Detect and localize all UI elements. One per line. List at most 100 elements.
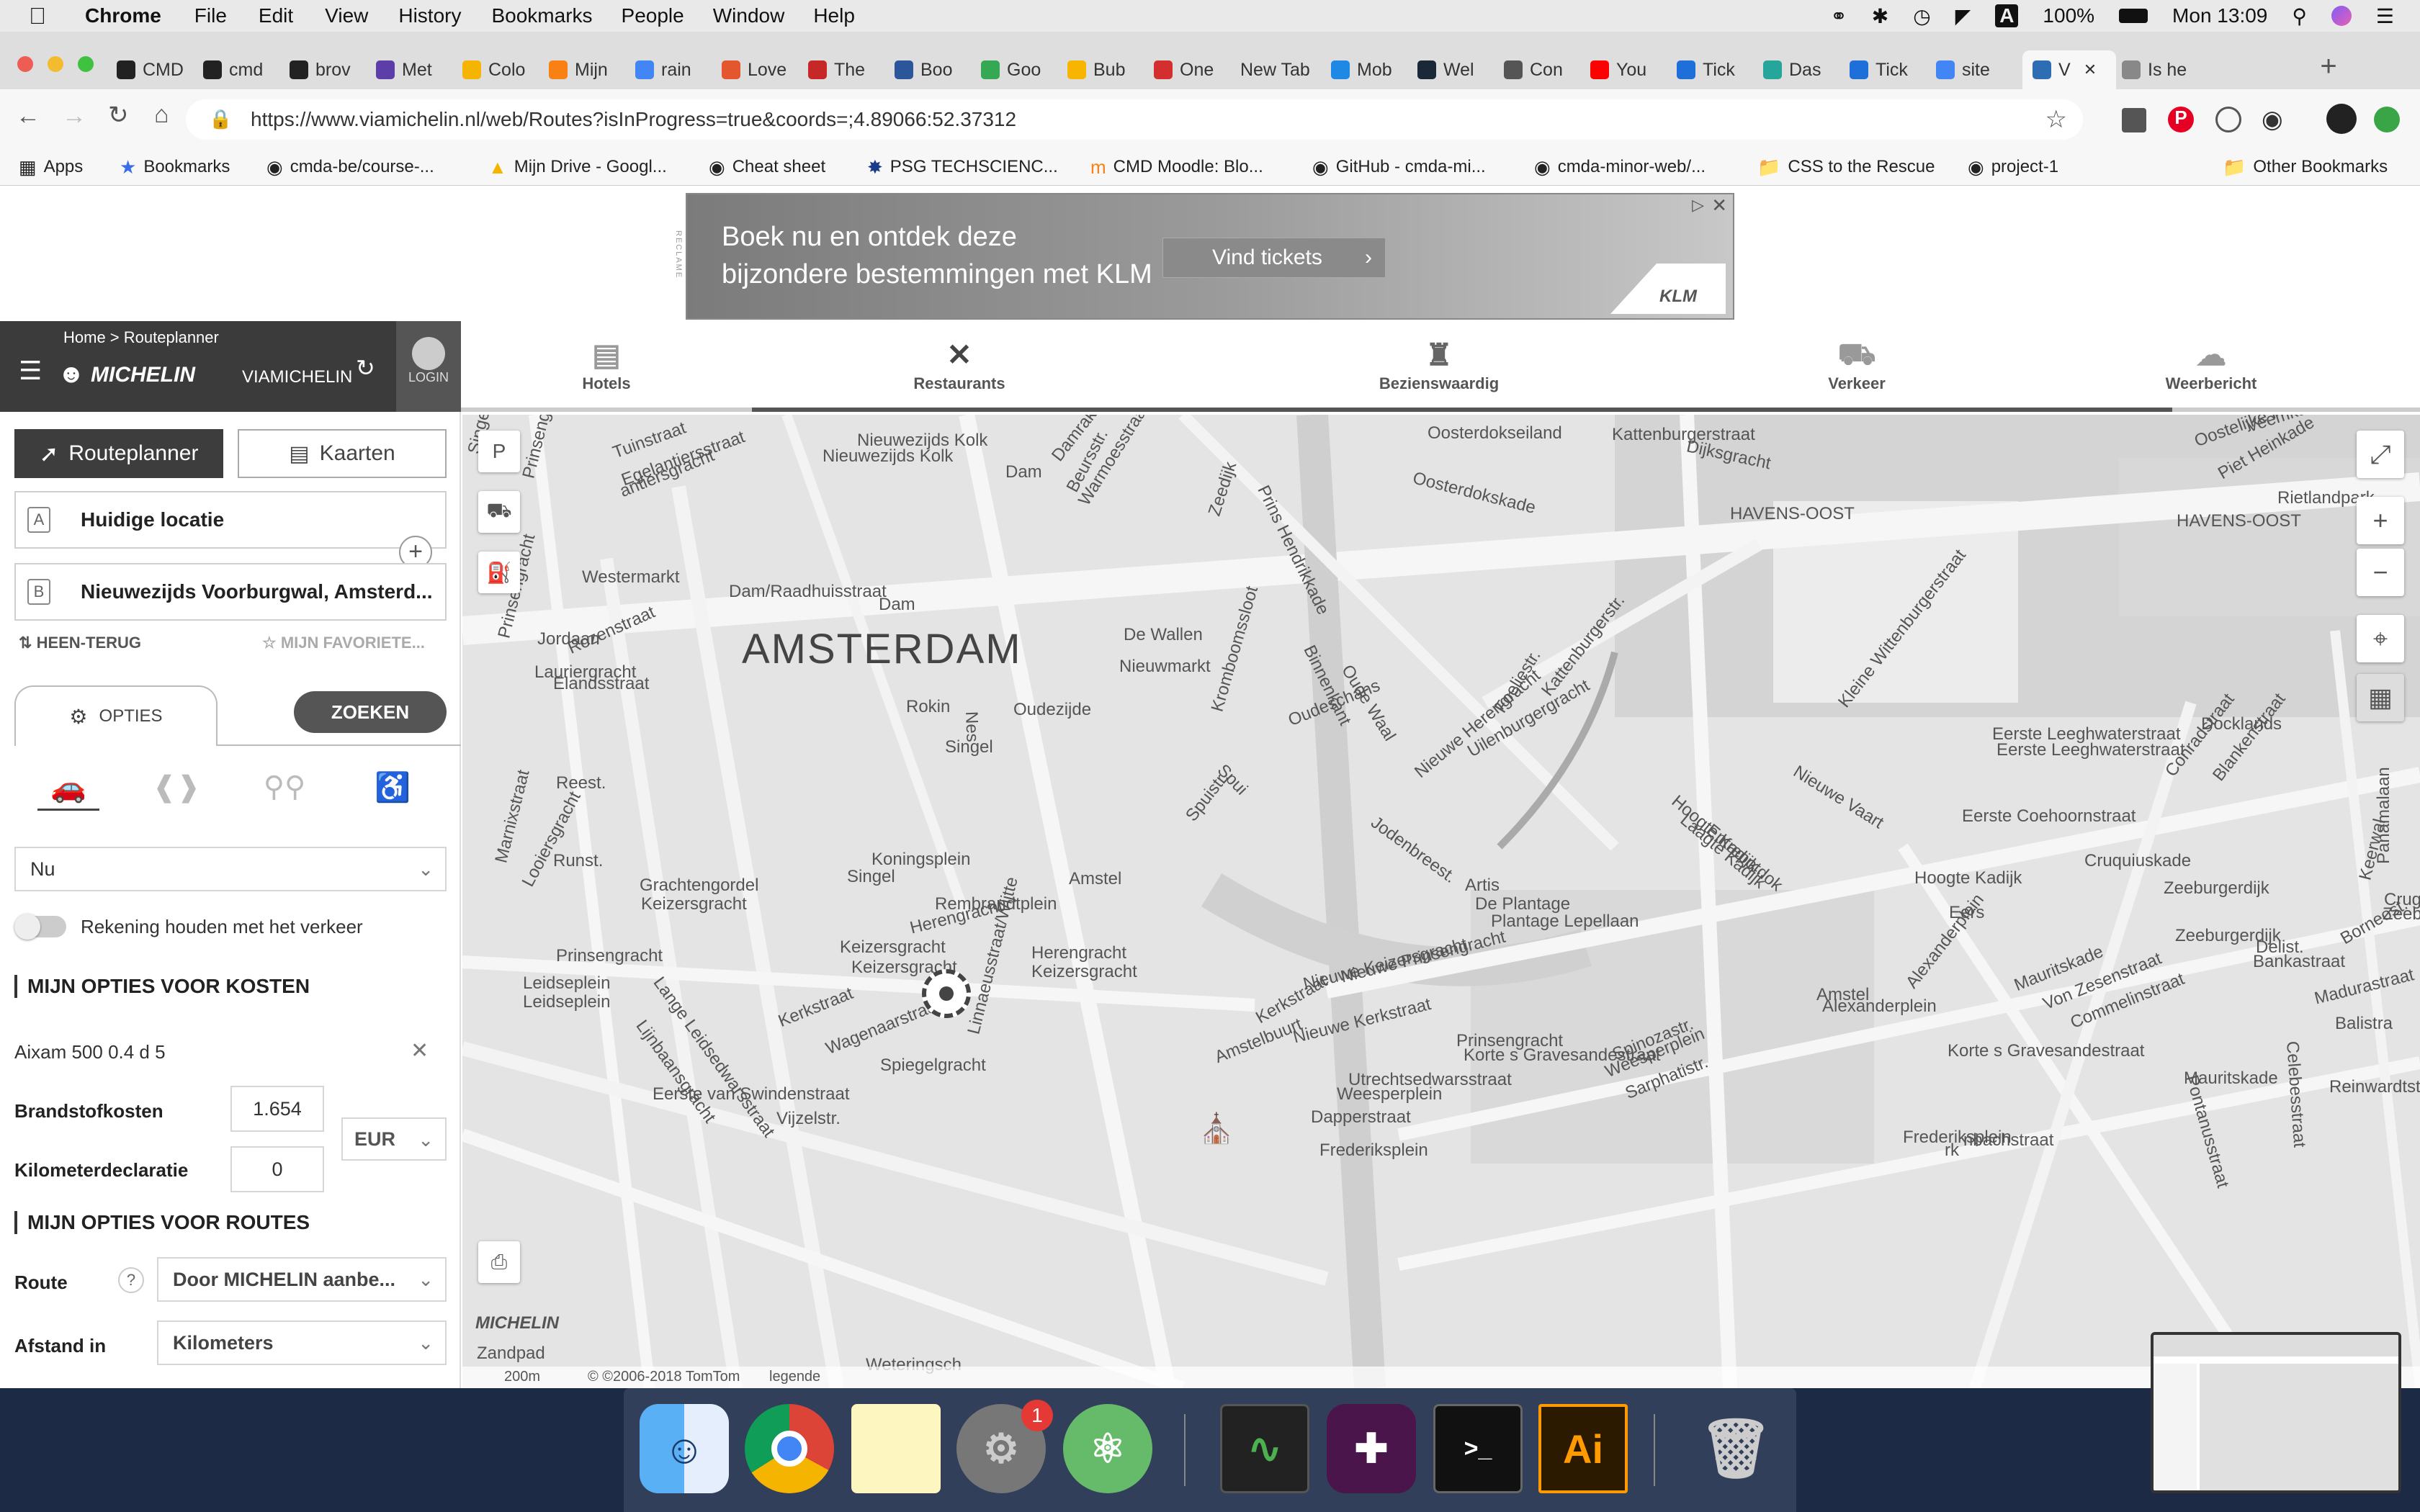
ad-cta-button[interactable]: Vind tickets › [1162, 238, 1386, 278]
km-declaration-input[interactable]: 0 [230, 1146, 324, 1192]
menu-view[interactable]: View [325, 4, 368, 27]
heen-terug-button[interactable]: ⇅ HEEN-TERUG [19, 634, 141, 652]
klm-ad-banner[interactable]: RECLAME Boek nu en ontdek deze bijzonder… [674, 193, 1734, 320]
browser-tab[interactable]: Tick [1677, 50, 1757, 89]
traffic-toggle[interactable] [14, 914, 66, 940]
fuel-cost-input[interactable]: 1.654 [230, 1086, 324, 1132]
notification-center-icon[interactable]: ☰ [2376, 4, 2394, 28]
bookmark-cheat-sheet[interactable]: ◉ Cheat sheet [709, 154, 825, 180]
browser-tab[interactable]: rain [635, 50, 716, 89]
menu-file[interactable]: File [194, 4, 227, 27]
illustrator-icon[interactable]: Ai [1538, 1404, 1628, 1493]
spotlight-icon[interactable]: ⚲ [2292, 4, 2307, 28]
clock[interactable]: Mon 13:09 [2172, 4, 2267, 27]
browser-tab[interactable]: cmd [203, 50, 284, 89]
bookmark-cmd-moodle[interactable]: m CMD Moodle: Blo... [1090, 154, 1263, 180]
tab-routeplanner[interactable]: ➚ Routeplanner [14, 429, 223, 478]
browser-tab[interactable]: CMD [117, 50, 197, 89]
trash-icon[interactable]: 🗑 [1691, 1404, 1780, 1493]
siri-icon[interactable] [2331, 6, 2352, 26]
viamichelin-logo[interactable]: VIAMICHELIN [242, 367, 352, 387]
extension-icon-3[interactable] [2215, 107, 2241, 132]
battery-percent[interactable]: 100% [2043, 4, 2094, 27]
michelin-logo[interactable]: MICHELIN [91, 363, 195, 387]
options-tab[interactable]: ⚙ OPTIES [14, 685, 218, 746]
address-bar[interactable]: 🔒 https://www.viamichelin.nl/web/Routes?… [186, 99, 2083, 140]
menu-window[interactable]: Window [713, 4, 785, 27]
apple-icon[interactable]:  [29, 3, 46, 30]
window-zoom-button[interactable] [78, 56, 94, 72]
home-icon[interactable]: ⌂ [154, 101, 169, 129]
mode-walk-button[interactable]: ♿ [362, 770, 424, 811]
browser-tab[interactable]: Goo [981, 50, 1062, 89]
zoeken-button[interactable]: ZOEKEN [294, 691, 447, 733]
print-button[interactable]: ⎙ [478, 1241, 520, 1283]
distance-unit-select[interactable]: Kilometers ⌄ [157, 1320, 447, 1365]
nav-weerbericht[interactable]: ☁ Weerbericht [2125, 321, 2298, 412]
refresh-icon[interactable]: ↻ [356, 354, 375, 382]
departure-select[interactable]: Nu ⌄ [14, 847, 447, 891]
slack-icon[interactable]: ✚ [1327, 1404, 1416, 1493]
bookmark-project-1[interactable]: ◉ project-1 [1968, 154, 2058, 180]
route-type-select[interactable]: Door MICHELIN aanbe... ⌄ [157, 1257, 447, 1302]
new-tab-button[interactable]: + [2312, 50, 2345, 86]
browser-tab[interactable]: Wel [1417, 50, 1498, 89]
browser-tab[interactable]: One [1154, 50, 1234, 89]
browser-tab[interactable]: Colo [462, 50, 543, 89]
forward-icon[interactable]: → [62, 102, 86, 130]
tab-kaarten[interactable]: ▤ Kaarten [238, 429, 447, 478]
back-icon[interactable]: ← [16, 102, 40, 130]
atom-icon[interactable]: ⚛ [1063, 1404, 1152, 1493]
menu-edit[interactable]: Edit [259, 4, 293, 27]
hamburger-menu-icon[interactable]: ☰ [19, 356, 42, 386]
nav-restaurants[interactable]: ✕ Restaurants [873, 321, 1046, 412]
browser-tab[interactable]: Love [722, 50, 802, 89]
input-source-icon[interactable]: A [1995, 4, 2019, 27]
browser-tab[interactable]: Met [376, 50, 457, 89]
mode-motorbike-button[interactable]: ❰❱ [145, 770, 207, 811]
window-minimize-button[interactable] [48, 56, 63, 72]
bookmark-github-cmda[interactable]: ◉ GitHub - cmda-mi... [1312, 154, 1486, 180]
browser-tab[interactable]: New Tab [1240, 50, 1325, 89]
browser-tab[interactable]: site [1936, 50, 2017, 89]
browser-tab[interactable]: Con [1504, 50, 1585, 89]
pinterest-icon[interactable]: P [2168, 107, 2194, 132]
fullscreen-button[interactable]: ⤢ [2357, 431, 2404, 478]
zoom-in-button[interactable]: + [2357, 497, 2404, 544]
ad-close-icon[interactable]: ✕ [1711, 194, 1727, 217]
point-b-field[interactable]: B Nieuwezijds Voorburgwal, Amsterd... [14, 563, 447, 621]
map-legend-link[interactable]: legende [769, 1369, 820, 1385]
menu-app-name[interactable]: Chrome [85, 4, 161, 27]
route-help-icon[interactable]: ? [118, 1267, 144, 1293]
locate-me-button[interactable]: ⌖ [2357, 615, 2404, 662]
time-machine-icon[interactable]: ◷ [1913, 4, 1930, 28]
zoom-out-button[interactable]: − [2357, 549, 2404, 596]
currency-select[interactable]: EUR ⌄ [341, 1117, 447, 1161]
creative-cloud-icon[interactable]: ⚭ [1830, 4, 1847, 28]
browser-tab[interactable]: Mob [1331, 50, 1412, 89]
menu-people[interactable]: People [622, 4, 684, 27]
point-a-input[interactable]: Huidige locatie [81, 508, 224, 531]
mode-car-button[interactable]: 🚗 [37, 770, 99, 811]
traffic-layer-button[interactable]: ⛟ [478, 491, 520, 533]
activity-icon[interactable]: ∿ [1220, 1404, 1309, 1493]
browser-tab[interactable]: Bub [1067, 50, 1148, 89]
bookmark-css-rescue[interactable]: 📁 CSS to the Rescue [1757, 154, 1935, 180]
window-close-button[interactable] [17, 56, 33, 72]
url-text[interactable]: https://www.viamichelin.nl/web/Routes?is… [251, 108, 1016, 131]
menu-history[interactable]: History [398, 4, 461, 27]
finder-icon[interactable]: ☺ [640, 1404, 729, 1493]
favorieten-button[interactable]: ☆ MIJN FAVORIETE... [262, 634, 425, 652]
notes-icon[interactable] [851, 1404, 941, 1493]
terminal-icon[interactable]: >_ [1433, 1404, 1523, 1493]
mode-bicycle-button[interactable]: ⚲⚲ [254, 770, 315, 811]
vehicle-remove-icon[interactable]: ✕ [411, 1038, 429, 1063]
menu-help[interactable]: Help [813, 4, 855, 27]
update-icon[interactable] [2374, 107, 2400, 132]
close-tab-icon[interactable]: ✕ [2084, 60, 2097, 79]
point-b-input[interactable]: Nieuwezijds Voorburgwal, Amsterd... [81, 580, 433, 603]
bookmark-cmda-course[interactable]: ◉ cmda-be/course-... [266, 154, 434, 180]
menu-bookmarks[interactable]: Bookmarks [491, 4, 592, 27]
bookmark-bookmarks[interactable]: ★ Bookmarks [120, 154, 230, 180]
eye-icon[interactable]: ◉ [2262, 105, 2283, 134]
